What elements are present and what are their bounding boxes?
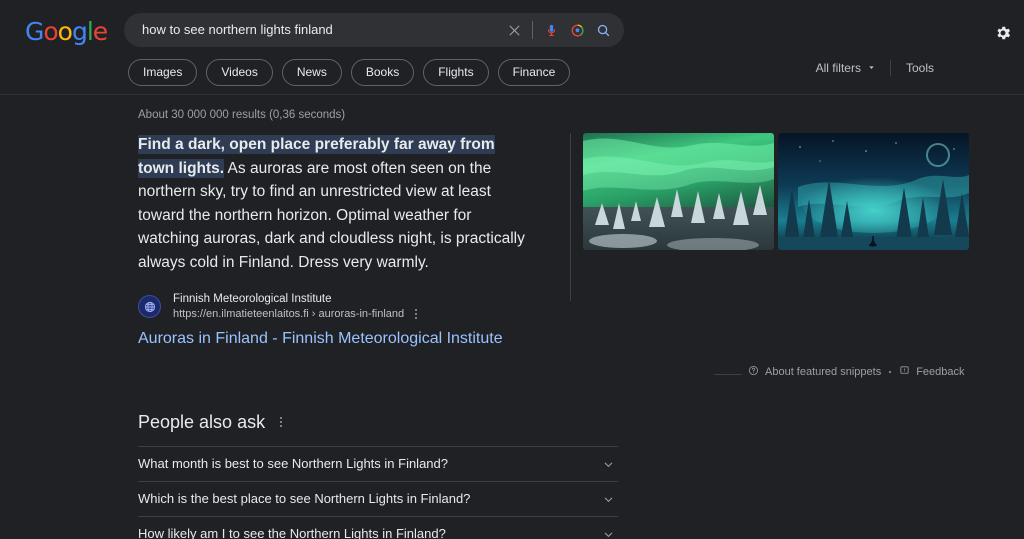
search-filter-chips: Images Videos News Books Flights Finance [128,59,571,86]
logo-letter-4: g [71,17,88,46]
logo-letter-3: o [57,17,73,46]
aurora-image-green[interactable] [583,133,774,250]
source-result-title-link[interactable]: Auroras in Finland - Finnish Meteorologi… [138,328,1024,349]
about-featured-snippets-link[interactable]: About featured snippets [748,365,881,379]
featured-snippet-divider [570,133,571,301]
chip-images[interactable]: Images [128,59,198,86]
featured-snippet-images [583,133,969,250]
google-logo[interactable]: Google [25,17,108,46]
chip-finance[interactable]: Finance [497,59,571,86]
featured-snippet-text-column: Find a dark, open place preferably far a… [138,133,553,274]
people-also-ask-header: People also ask [138,410,618,434]
paa-question-text: How likely am I to see the Northern Ligh… [138,526,446,539]
source-url-row: https://en.ilmatieteenlaitos.fi › aurora… [173,307,420,321]
all-filters-button[interactable]: All filters [816,61,890,75]
logo-letter-6: e [92,17,108,46]
help-circle-icon [748,365,759,379]
kebab-menu-icon[interactable] [412,307,420,321]
search-bar[interactable] [124,13,624,47]
about-featured-snippets-label: About featured snippets [765,366,882,378]
search-divider [532,21,533,39]
google-lens-icon[interactable] [564,17,590,43]
paa-question-2[interactable]: Which is the best place to see Northern … [138,482,618,517]
people-also-ask-section: People also ask What month is best to se… [138,410,618,539]
featured-snippet-paragraph: Find a dark, open place preferably far a… [138,133,535,274]
people-also-ask-title: People also ask [138,412,266,432]
settings-gear-icon[interactable] [990,20,1016,46]
footer-rule [714,374,742,375]
logo-letter-2: o [43,17,58,46]
result-stats: About 30 000 000 results (0,36 seconds) [138,109,346,121]
chevron-down-icon[interactable] [598,454,618,474]
chip-videos[interactable]: Videos [206,59,273,86]
chevron-down-icon [867,61,876,75]
clear-search-icon[interactable] [501,17,527,43]
chip-flights[interactable]: Flights [423,59,489,86]
globe-favicon-icon [138,295,161,318]
featured-snippet-footer: About featured snippets Feedback [138,365,1024,383]
source-site-name: Finnish Meteorological Institute [173,293,332,305]
all-filters-label: All filters [815,61,861,75]
aurora-image-teal[interactable] [778,133,969,250]
chip-news[interactable]: News [281,59,342,86]
header-right-controls: All filters Tools [816,60,934,76]
results-container: About 30 000 000 results (0,36 seconds) … [0,95,1024,539]
feedback-flag-icon [899,365,910,379]
search-header: Google how to see northern lights finlan… [0,0,1024,95]
featured-snippet: Find a dark, open place preferably far a… [138,133,1024,301]
footer-dot-separator [889,371,892,373]
chevron-down-icon[interactable] [598,524,618,539]
paa-question-text: Which is the best place to see Northern … [138,491,471,506]
paa-question-1[interactable]: What month is best to see Northern Light… [138,447,618,482]
source-meta: Finnish Meteorological Institute https:/… [173,292,420,321]
footer-links: About featured snippets Feedback [748,365,965,379]
search-submit-icon[interactable] [590,17,616,43]
logo-letter-1: G [25,17,44,46]
microphone-icon[interactable] [538,17,564,43]
paa-question-3[interactable]: How likely am I to see the Northern Ligh… [138,517,618,539]
featured-snippet-source: Finnish Meteorological Institute https:/… [138,292,1024,349]
people-also-ask-list: What month is best to see Northern Light… [138,446,618,539]
source-row: Finnish Meteorological Institute https:/… [138,292,1024,321]
source-url: https://en.ilmatieteenlaitos.fi › aurora… [173,308,405,320]
snippet-feedback-label: Feedback [916,366,965,378]
tools-button[interactable]: Tools [891,61,934,75]
paa-question-text: What month is best to see Northern Light… [138,456,448,471]
snippet-feedback-link[interactable]: Feedback [899,365,965,379]
search-input[interactable] [142,22,501,38]
chip-books[interactable]: Books [350,59,415,86]
chevron-down-icon[interactable] [598,489,618,509]
people-also-ask-kebab-menu-icon[interactable] [277,415,285,429]
